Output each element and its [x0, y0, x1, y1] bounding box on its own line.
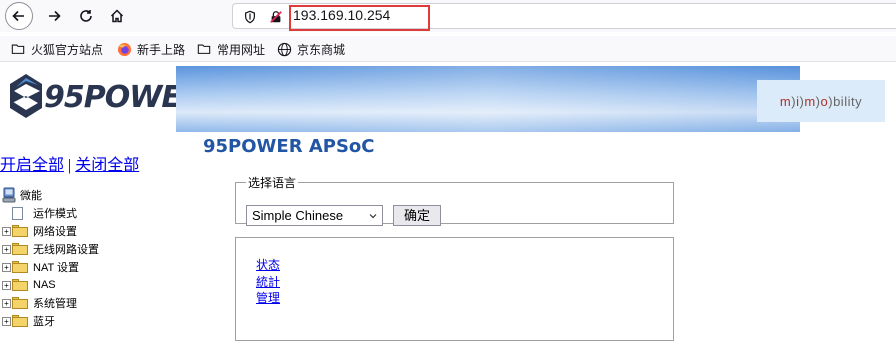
bookmark-getting-started[interactable]: 新手上路	[116, 40, 185, 58]
bookmarks-bar: 火狐官方站点 新手上路 常用网址 京东商城	[0, 36, 896, 62]
page-title: 95POWER APSoC	[203, 136, 375, 157]
bookmark-label: 火狐官方站点	[31, 42, 104, 57]
tree-item-label: 系统管理	[33, 298, 77, 310]
tree-item-label: 蓝牙	[33, 316, 55, 328]
logo-letter: o	[820, 93, 829, 109]
reload-button[interactable]	[72, 2, 100, 30]
collapse-all-link[interactable]: 关闭全部	[75, 157, 139, 174]
computer-icon	[2, 187, 16, 203]
language-select[interactable]: Simple Chinese	[246, 205, 383, 226]
expand-icon[interactable]: +	[2, 262, 11, 272]
folder-icon	[10, 41, 26, 57]
tree-root[interactable]: 微能	[2, 186, 99, 204]
folder-icon	[196, 41, 212, 57]
bookmark-common-sites[interactable]: 常用网址	[196, 40, 265, 58]
arrow-right-icon	[49, 10, 61, 22]
tree-item-admin[interactable]: + 系统管理	[2, 294, 99, 312]
tree-item-label: NAT 设置	[33, 262, 80, 274]
logo-letter: m	[804, 93, 816, 109]
tree-item-label: 无线网路设置	[33, 244, 99, 256]
insecure-lock-icon[interactable]	[268, 9, 284, 25]
menu-links: 状态 統計 管理	[256, 257, 280, 307]
tree-item-nat[interactable]: + NAT 设置	[2, 258, 99, 276]
reload-icon	[80, 10, 92, 22]
language-legend: 选择语言	[248, 176, 297, 190]
tree-item-wireless[interactable]: + 无线网路设置	[2, 240, 99, 258]
tree-item-nas[interactable]: + NAS	[2, 276, 99, 294]
status-link[interactable]: 状态	[256, 257, 280, 274]
logo-area: 95POWER	[0, 66, 204, 132]
header-banner	[176, 66, 800, 132]
bookmark-label: 常用网址	[217, 42, 266, 57]
tree-item-network[interactable]: + 网络设置	[2, 222, 99, 240]
folder-icon	[12, 315, 28, 327]
tree-item-label: NAS	[33, 279, 56, 291]
arrow-left-icon	[12, 10, 24, 22]
tree-root-label: 微能	[20, 190, 42, 202]
folder-icon	[12, 261, 28, 273]
bookmark-firefox-site[interactable]: 火狐官方站点	[10, 40, 103, 58]
forward-button[interactable]	[40, 2, 68, 30]
expand-icon[interactable]: +	[2, 316, 11, 326]
sidebar-tree: 微能 运作模式 + 网络设置 + 无线网路设置 + NAT 设置 + NAS +	[2, 186, 99, 330]
separator: |	[68, 157, 72, 174]
folder-icon	[12, 279, 28, 291]
expand-icon[interactable]: +	[2, 244, 11, 254]
home-icon	[110, 9, 124, 23]
folder-icon	[12, 243, 28, 255]
mimobility-logo: m) i) m) o) bility	[757, 80, 885, 122]
page-icon	[12, 206, 23, 220]
chevron-down-icon	[369, 214, 377, 219]
expand-all-link[interactable]: 开启全部	[0, 157, 64, 174]
back-button[interactable]	[5, 2, 33, 30]
bookmark-jd[interactable]: 京东商城	[276, 40, 345, 58]
url-highlight-box	[289, 5, 430, 31]
expand-icon[interactable]: +	[2, 280, 11, 290]
confirm-button[interactable]: 确定	[393, 205, 441, 226]
browser-toolbar: 193.169.10.254	[0, 0, 896, 32]
expand-collapse-links: 开启全部 | 关闭全部	[0, 151, 139, 175]
home-button[interactable]	[103, 2, 131, 30]
shield-icon[interactable]	[242, 9, 258, 25]
95power-logo-mark-icon	[10, 74, 42, 118]
globe-icon	[276, 41, 292, 57]
statistics-link[interactable]: 統計	[256, 274, 280, 291]
language-selected-value: Simple Chinese	[252, 208, 344, 223]
firefox-icon	[116, 41, 132, 57]
tree-item-label: 运作模式	[33, 208, 77, 220]
logo-letter: m	[779, 93, 792, 109]
expand-icon[interactable]: +	[2, 298, 11, 308]
tree-item-bluetooth[interactable]: + 蓝牙	[2, 312, 99, 330]
logo-word: bility	[833, 93, 863, 109]
tree-item-mode[interactable]: 运作模式	[2, 204, 99, 222]
bookmark-label: 京东商城	[297, 42, 346, 57]
expand-icon[interactable]: +	[2, 226, 11, 236]
bookmark-label: 新手上路	[137, 42, 186, 57]
management-link[interactable]: 管理	[256, 290, 280, 307]
links-box: 状态 統計 管理	[235, 237, 674, 341]
language-fieldset: 选择语言 Simple Chinese 确定	[235, 174, 674, 226]
folder-icon	[12, 297, 28, 309]
folder-icon	[12, 225, 28, 237]
tree-item-label: 网络设置	[33, 226, 77, 238]
